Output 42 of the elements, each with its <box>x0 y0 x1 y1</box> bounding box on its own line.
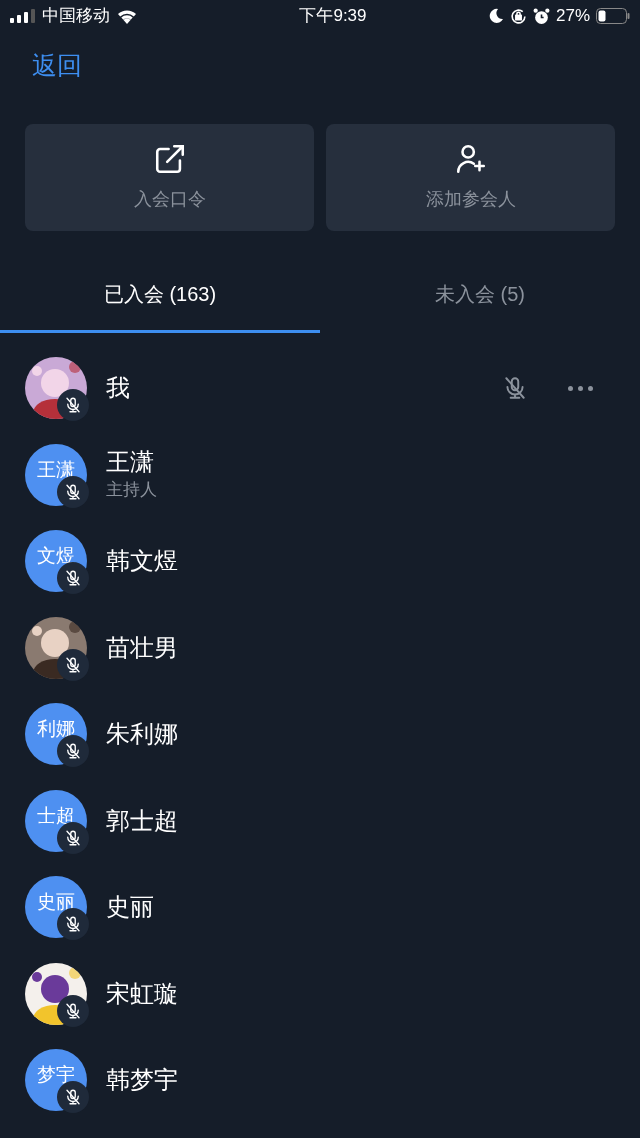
tab[interactable]: 未入会 (5) <box>320 258 640 333</box>
participant-row[interactable]: 宋虹璇 <box>0 950 640 1037</box>
participant-row[interactable]: 苗壮男 <box>0 604 640 691</box>
mic-off-icon <box>64 828 82 847</box>
mic-off-icon <box>64 655 82 674</box>
participant-name: 郭士超 <box>106 805 179 836</box>
participant-row[interactable]: 王潇 王潇 主持人 <box>0 431 640 518</box>
action-button[interactable]: 入会口令 <box>25 124 314 231</box>
participant-name: 宋虹璇 <box>106 978 179 1009</box>
mic-off-icon <box>64 1001 82 1020</box>
mic-off-icon <box>64 396 82 415</box>
tab[interactable]: 已入会 (163) <box>0 258 320 333</box>
participant-name: 韩文煜 <box>106 546 179 577</box>
participant-row[interactable]: 梦宇 韩梦宇 <box>0 1037 640 1124</box>
participant-row[interactable]: 利娜 朱利娜 <box>0 691 640 778</box>
back-button[interactable]: 返回 <box>32 47 82 85</box>
participant-name: 朱利娜 <box>106 719 179 750</box>
battery-percent: 27% <box>555 5 590 28</box>
mic-off-icon <box>64 1088 82 1107</box>
mic-off-icon <box>64 569 82 588</box>
alarm-icon <box>532 7 550 25</box>
clock-time: 下午9:39 <box>299 5 367 28</box>
signal-icon <box>10 9 36 23</box>
participant-name: 史丽 <box>106 892 155 923</box>
participant-name: 韩梦宇 <box>106 1065 179 1096</box>
participant-name: 王潇 <box>106 447 155 477</box>
participant-name: 苗壮男 <box>106 632 179 663</box>
rotation-lock-icon <box>509 7 527 25</box>
carrier-name: 中国移动 <box>42 5 110 28</box>
mic-off-icon <box>64 742 82 761</box>
participant-name: 我 <box>106 373 131 404</box>
more-button[interactable] <box>568 385 593 391</box>
participant-row[interactable]: 文煜 韩文煜 <box>0 518 640 605</box>
mic-off-icon <box>64 482 82 501</box>
participant-row[interactable]: 我 <box>0 345 640 432</box>
moon-icon <box>487 8 504 24</box>
battery-icon <box>596 8 630 24</box>
participant-role: 主持人 <box>106 479 158 501</box>
wifi-icon <box>116 8 138 24</box>
mic-off-icon <box>64 915 82 934</box>
participant-row[interactable]: 史丽 史丽 <box>0 864 640 951</box>
action-button[interactable]: 添加参会人 <box>326 124 615 231</box>
